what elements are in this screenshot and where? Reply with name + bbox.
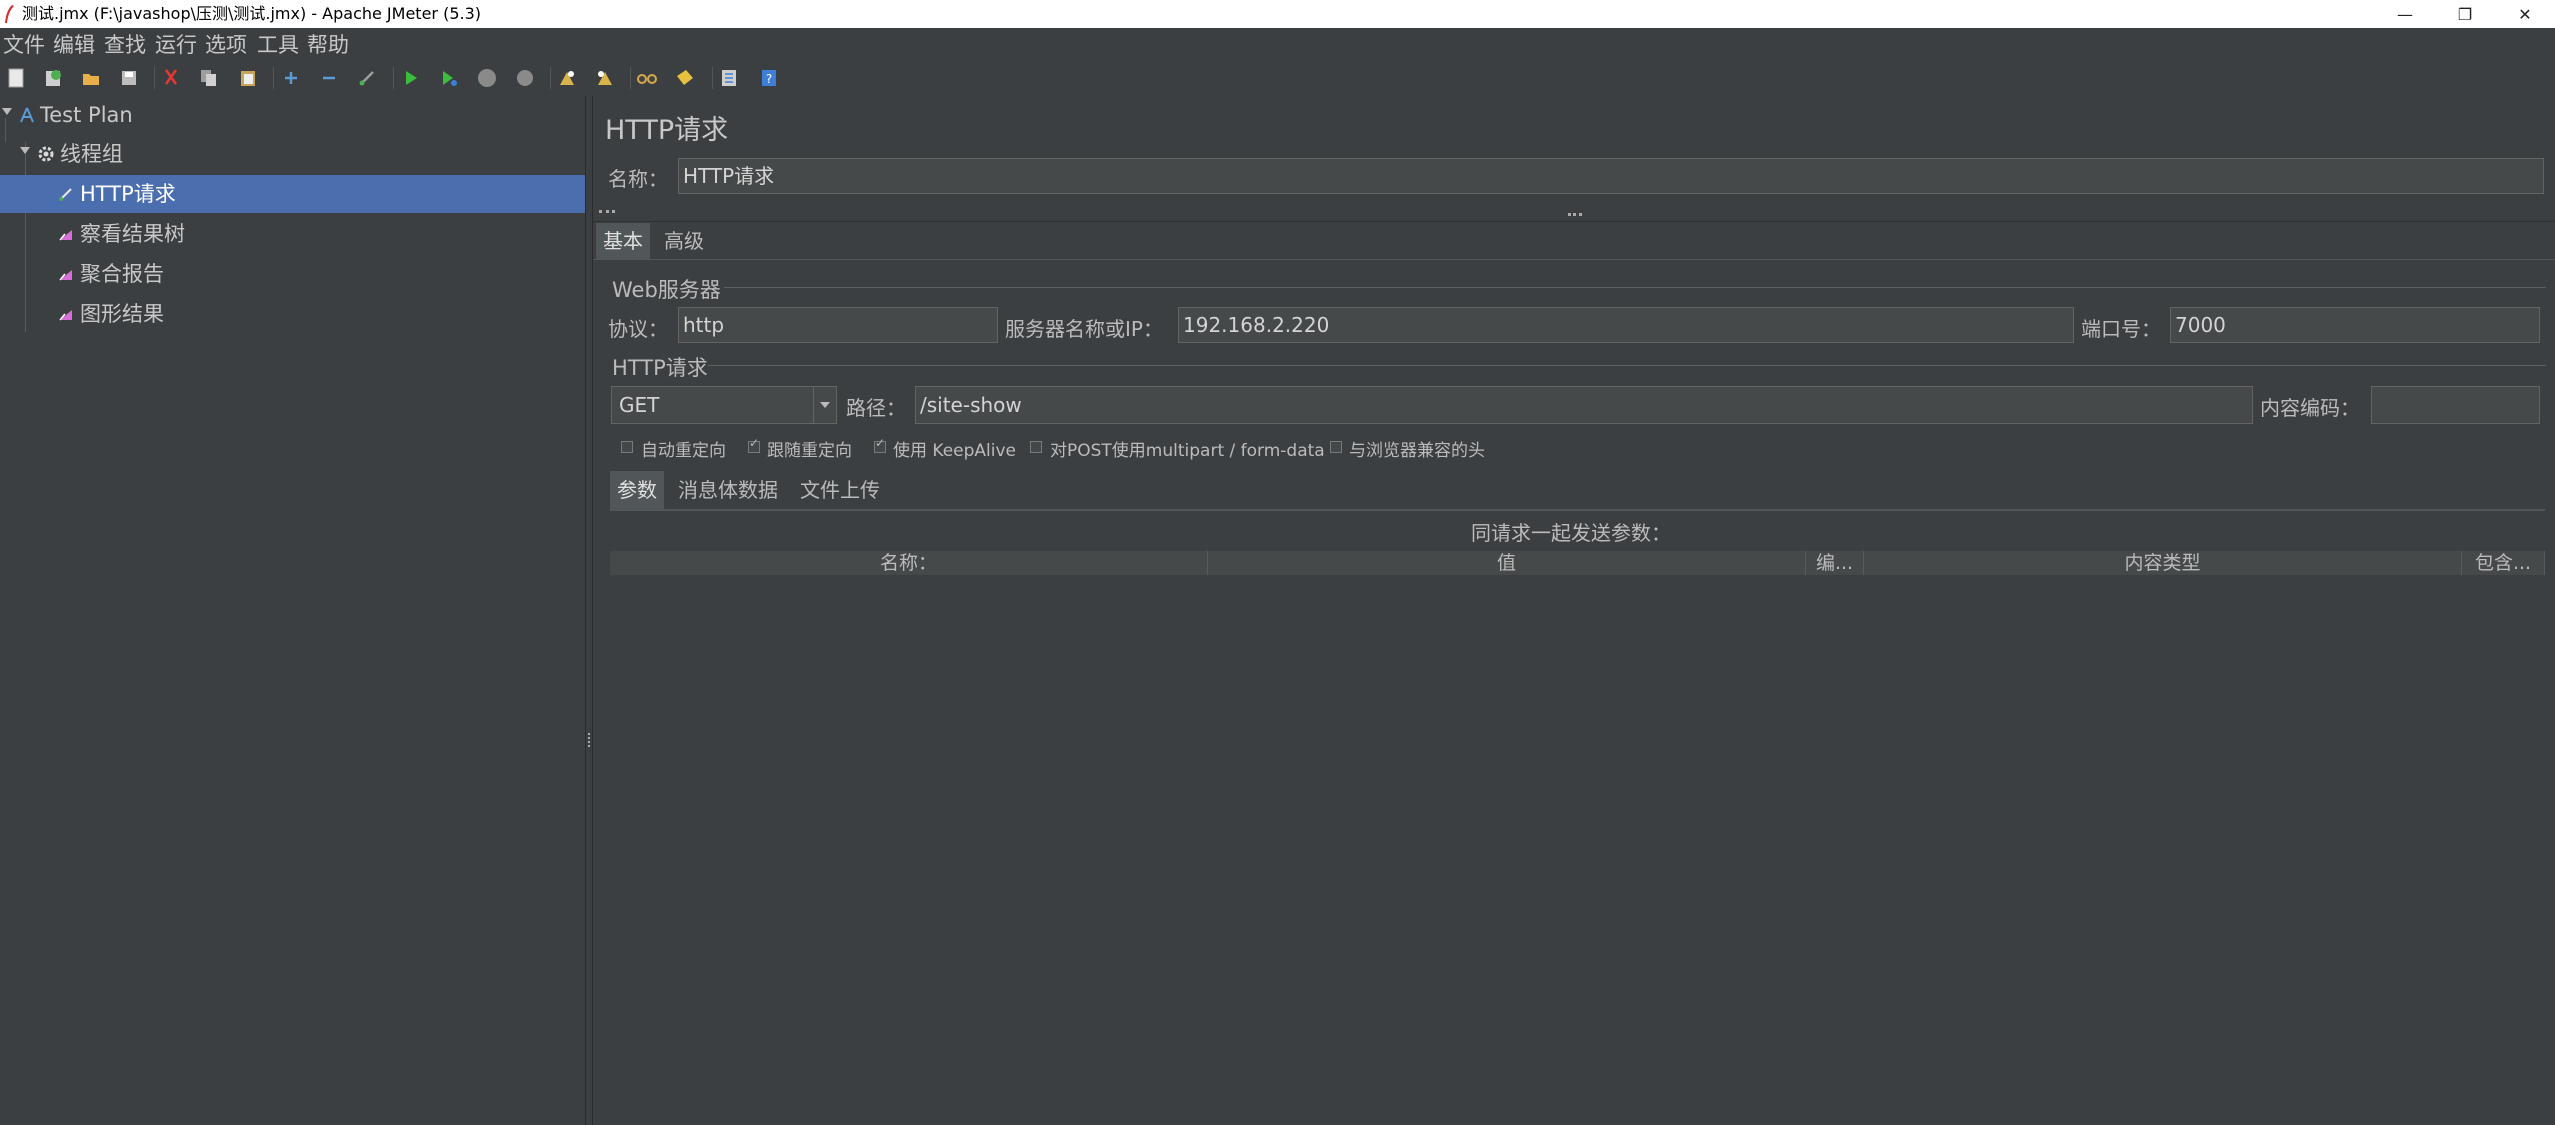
tree-label: 图形结果 (80, 302, 164, 326)
web-server-group-label: Web服务器 (612, 278, 721, 302)
test-plan-icon (20, 107, 34, 123)
templates-icon[interactable] (42, 67, 64, 89)
tree-label: HTTP请求 (80, 182, 176, 206)
checkbox-browser-headers-label: 与浏览器兼容的头 (1349, 441, 1485, 461)
params-caption: 同请求一起发送参数： (1471, 521, 1671, 545)
tree-label: 线程组 (60, 142, 123, 166)
collapse-arrows-icon[interactable] (599, 210, 615, 221)
method-select[interactable]: GET (611, 386, 837, 424)
clear-all-icon[interactable] (594, 67, 616, 89)
tree-node-aggregate-report[interactable]: 聚合报告 (0, 255, 585, 293)
server-label: 服务器名称或IP： (1005, 317, 1163, 341)
thread-group-icon (38, 146, 54, 162)
path-label: 路径： (846, 396, 906, 420)
http-request-panel (593, 96, 2555, 1125)
name-input[interactable]: HTTP请求 (678, 158, 2544, 194)
collapse-icon[interactable] (318, 67, 340, 89)
column-header-content-type[interactable]: 内容类型 (1864, 551, 2462, 575)
menu-run[interactable]: 运行 (155, 32, 197, 58)
column-header-name[interactable]: 名称： (610, 551, 1208, 575)
menu-search[interactable]: 查找 (104, 32, 146, 58)
test-plan-tree: Test Plan 线程组 HTTP请求 察看结果树 聚合报告 图形结果 (0, 96, 585, 1125)
checkbox-auto-redirect-label: 自动重定向 (641, 441, 726, 461)
column-header-value[interactable]: 值 (1208, 551, 1806, 575)
checkbox-auto-redirect[interactable] (621, 441, 633, 453)
path-input[interactable]: /site-show (915, 386, 2253, 424)
tree-label: 察看结果树 (80, 222, 185, 246)
tab-basic[interactable]: 基本 (596, 223, 650, 259)
http-request-group-label: HTTP请求 (612, 356, 708, 380)
server-input[interactable]: 192.168.2.220 (1178, 307, 2074, 343)
reset-search-icon[interactable] (674, 67, 696, 89)
tab-files-upload[interactable]: 文件上传 (793, 471, 887, 509)
encoding-label: 内容编码： (2260, 396, 2360, 420)
window-title: 测试.jmx (F:\javashop\压测\测试.jmx) - Apache … (22, 4, 482, 23)
checkbox-follow-redirects-label: 跟随重定向 (767, 441, 852, 461)
port-input[interactable]: 7000 (2170, 307, 2540, 343)
window-titlebar: 测试.jmx (F:\javashop\压测\测试.jmx) - Apache … (0, 0, 2555, 28)
toggle-icon[interactable] (356, 67, 378, 89)
column-header-include-equals[interactable]: 包含... (2462, 551, 2545, 575)
panel-title: HTTP请求 (605, 115, 729, 146)
checkbox-browser-headers[interactable] (1330, 441, 1342, 453)
start-icon[interactable] (400, 67, 422, 89)
sampler-icon (59, 188, 72, 201)
expand-icon[interactable] (280, 67, 302, 89)
tree-label: Test Plan (40, 103, 133, 127)
menu-help[interactable]: 帮助 (307, 32, 349, 58)
cut-icon[interactable] (160, 67, 182, 89)
listener-icon (59, 270, 72, 281)
restore-button[interactable]: ❐ (2435, 0, 2495, 28)
listener-icon (59, 230, 72, 241)
tree-node-graph-results[interactable]: 图形结果 (0, 295, 585, 333)
protocol-input[interactable]: http (678, 307, 998, 343)
menu-file[interactable]: 文件 (3, 32, 45, 58)
splitter-grip-icon (588, 733, 592, 747)
checkbox-follow-redirects[interactable] (748, 436, 760, 453)
function-helper-icon[interactable] (718, 67, 740, 89)
minimize-button[interactable]: — (2375, 0, 2435, 28)
menu-options[interactable]: 选项 (205, 32, 247, 58)
paste-icon[interactable] (237, 67, 259, 89)
protocol-label: 协议： (608, 317, 668, 341)
listener-icon (59, 310, 72, 321)
save-icon[interactable] (118, 67, 140, 89)
menu-bar: 文件 编辑 查找 运行 选项 工具 帮助 (0, 28, 2555, 62)
clear-icon[interactable] (556, 67, 578, 89)
tab-parameters[interactable]: 参数 (610, 471, 664, 509)
shutdown-icon[interactable] (514, 67, 536, 89)
toolbar (0, 62, 2555, 97)
stop-icon[interactable] (476, 67, 498, 89)
help-icon[interactable]: ? (758, 67, 780, 89)
chevron-down-icon (813, 387, 836, 423)
tab-advanced[interactable]: 高级 (657, 223, 711, 259)
column-header-encode[interactable]: 编... (1806, 551, 1864, 575)
search-icon[interactable] (636, 67, 658, 89)
copy-icon[interactable] (198, 67, 220, 89)
new-icon[interactable] (5, 67, 27, 89)
tree-node-thread-group[interactable]: 线程组 (0, 135, 585, 173)
checkbox-multipart-label: 对POST使用multipart / form-data (1050, 441, 1325, 461)
method-value: GET (619, 393, 660, 417)
tab-body-data[interactable]: 消息体数据 (671, 471, 785, 509)
tree-label: 聚合报告 (80, 262, 164, 286)
svg-text:?: ? (766, 72, 772, 86)
checkbox-keepalive[interactable] (874, 436, 886, 453)
drag-handle-icon[interactable] (1568, 213, 1582, 220)
menu-edit[interactable]: 编辑 (53, 32, 95, 58)
tree-node-http-request[interactable]: HTTP请求 (0, 175, 585, 213)
checkbox-multipart[interactable] (1030, 441, 1042, 453)
checkbox-keepalive-label: 使用 KeepAlive (893, 441, 1017, 461)
port-label: 端口号： (2081, 317, 2161, 341)
pane-splitter[interactable] (585, 96, 593, 1125)
tree-node-view-results-tree[interactable]: 察看结果树 (0, 215, 585, 253)
open-icon[interactable] (80, 67, 102, 89)
close-window-button[interactable]: ✕ (2495, 0, 2555, 28)
start-no-pause-icon[interactable] (438, 67, 460, 89)
jmeter-feather-icon (5, 5, 14, 23)
menu-tools[interactable]: 工具 (257, 32, 299, 58)
tree-node-test-plan[interactable]: Test Plan (0, 96, 585, 134)
name-label: 名称： (608, 167, 668, 191)
encoding-input[interactable] (2371, 386, 2540, 424)
